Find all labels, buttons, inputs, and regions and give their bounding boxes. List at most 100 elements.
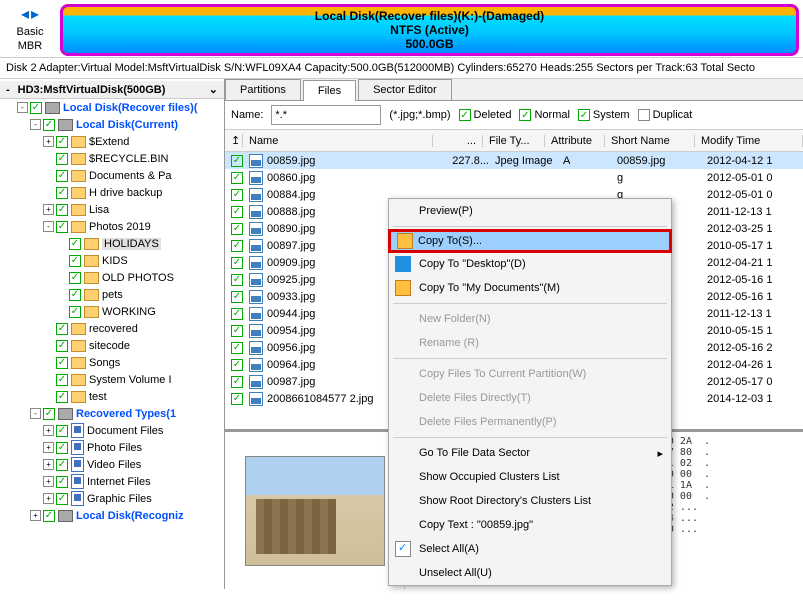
tree-item[interactable]: +Video Files (0, 456, 224, 473)
tree-checkbox[interactable] (56, 340, 68, 352)
menu-copy-docs[interactable]: Copy To "My Documents"(M) (389, 276, 671, 300)
tree-item[interactable]: HOLIDAYS (0, 235, 224, 252)
tree-checkbox[interactable] (56, 459, 68, 471)
tree-checkbox[interactable] (69, 255, 81, 267)
duplicat-checkbox[interactable]: Duplicat (638, 109, 693, 121)
tab-files[interactable]: Files (303, 80, 356, 101)
file-checkbox[interactable] (231, 257, 243, 269)
tree-label: Internet Files (87, 476, 151, 488)
tree-checkbox[interactable] (69, 289, 81, 301)
tree-checkbox[interactable] (56, 425, 68, 437)
tree-item[interactable]: test (0, 388, 224, 405)
tree-checkbox[interactable] (30, 102, 42, 114)
preview-thumbnail[interactable] (225, 432, 405, 589)
file-row[interactable]: 00860.jpgg2012-05-01 0 (225, 169, 803, 186)
tree-item[interactable]: -Local Disk(Recover files)( (0, 99, 224, 116)
file-checkbox[interactable] (231, 342, 243, 354)
partition-banner[interactable]: Local Disk(Recover files)(K:)-(Damaged) … (60, 4, 799, 56)
tree-item[interactable]: +Lisa (0, 201, 224, 218)
file-checkbox[interactable] (231, 206, 243, 218)
tree-checkbox[interactable] (56, 187, 68, 199)
tab-bar: Partitions Files Sector Editor (225, 79, 803, 101)
tree-checkbox[interactable] (56, 153, 68, 165)
tree-checkbox[interactable] (56, 221, 68, 233)
drive-icon (58, 119, 73, 131)
file-checkbox[interactable] (231, 308, 243, 320)
tree-checkbox[interactable] (56, 170, 68, 182)
tree-item[interactable]: +$Extend (0, 133, 224, 150)
tree-checkbox[interactable] (56, 204, 68, 216)
menu-preview[interactable]: Preview(P) (389, 199, 671, 223)
menu-occupied-clusters[interactable]: Show Occupied Clusters List (389, 465, 671, 489)
tree-item[interactable]: H drive backup (0, 184, 224, 201)
tab-partitions[interactable]: Partitions (225, 79, 301, 100)
menu-goto-sector[interactable]: Go To File Data Sector▸ (389, 441, 671, 465)
tree-item[interactable]: -Recovered Types(1 (0, 405, 224, 422)
tree-checkbox[interactable] (56, 374, 68, 386)
tree-checkbox[interactable] (69, 272, 81, 284)
tree-item[interactable]: +Local Disk(Recogniz (0, 507, 224, 524)
file-checkbox[interactable] (231, 189, 243, 201)
menu-copy-desktop[interactable]: Copy To "Desktop"(D) (389, 252, 671, 276)
file-checkbox[interactable] (231, 155, 243, 167)
tree-checkbox[interactable] (56, 357, 68, 369)
basic-mbr-button[interactable]: ◂▸ Basic MBR (0, 0, 60, 56)
tree-item[interactable]: WORKING (0, 303, 224, 320)
file-checkbox[interactable] (231, 291, 243, 303)
tree-item[interactable]: -Local Disk(Current) (0, 116, 224, 133)
directory-tree[interactable]: - HD3:MsftVirtualDisk(500GB) ⌄ -Local Di… (0, 79, 225, 589)
tree-item[interactable]: pets (0, 286, 224, 303)
tree-item[interactable]: +Document Files (0, 422, 224, 439)
file-checkbox[interactable] (231, 325, 243, 337)
tree-item[interactable]: recovered (0, 320, 224, 337)
menu-copy-to[interactable]: Copy To(S)... (388, 229, 672, 253)
file-checkbox[interactable] (231, 172, 243, 184)
tree-item[interactable]: OLD PHOTOS (0, 269, 224, 286)
file-checkbox[interactable] (231, 223, 243, 235)
tree-item[interactable]: sitecode (0, 337, 224, 354)
tree-checkbox[interactable] (43, 510, 55, 522)
folder-icon (71, 323, 86, 335)
file-checkbox[interactable] (231, 393, 243, 405)
file-checkbox[interactable] (231, 376, 243, 388)
column-headers[interactable]: ↥ Name ... File Ty... Attribute Short Na… (225, 130, 803, 152)
file-checkbox[interactable] (231, 240, 243, 252)
file-checkbox[interactable] (231, 359, 243, 371)
normal-checkbox[interactable]: Normal (519, 109, 569, 121)
tree-item[interactable]: +Graphic Files (0, 490, 224, 507)
tree-checkbox[interactable] (56, 493, 68, 505)
tree-item[interactable]: System Volume I (0, 371, 224, 388)
tree-item[interactable]: -Photos 2019 (0, 218, 224, 235)
tab-sector-editor[interactable]: Sector Editor (358, 79, 452, 100)
deleted-checkbox[interactable]: Deleted (459, 109, 512, 121)
tree-checkbox[interactable] (56, 323, 68, 335)
menu-copy-text[interactable]: Copy Text : "00859.jpg" (389, 513, 671, 537)
tree-checkbox[interactable] (69, 238, 81, 250)
folder-icon (84, 306, 99, 318)
file-row[interactable]: 00859.jpg 227.8... Jpeg Image A 00859.jp… (225, 152, 803, 169)
tree-item[interactable]: Documents & Pa (0, 167, 224, 184)
tree-checkbox[interactable] (56, 442, 68, 454)
file-checkbox[interactable] (231, 274, 243, 286)
menu-unselect-all[interactable]: Unselect All(U) (389, 561, 671, 585)
system-checkbox[interactable]: System (578, 109, 630, 121)
tree-checkbox[interactable] (56, 391, 68, 403)
chevron-down-icon[interactable]: ⌄ (209, 83, 218, 96)
tree-item[interactable]: +Internet Files (0, 473, 224, 490)
tree-checkbox[interactable] (56, 136, 68, 148)
tree-label: OLD PHOTOS (102, 272, 174, 284)
tree-item[interactable]: KIDS (0, 252, 224, 269)
folder-icon (71, 357, 86, 369)
tree-checkbox[interactable] (69, 306, 81, 318)
tree-header[interactable]: - HD3:MsftVirtualDisk(500GB) ⌄ (0, 81, 224, 99)
jpg-icon (249, 341, 263, 355)
tree-item[interactable]: +Photo Files (0, 439, 224, 456)
tree-checkbox[interactable] (43, 119, 55, 131)
tree-checkbox[interactable] (56, 476, 68, 488)
name-filter-input[interactable] (271, 105, 381, 125)
menu-select-all[interactable]: Select All(A) (389, 537, 671, 561)
tree-item[interactable]: Songs (0, 354, 224, 371)
tree-item[interactable]: $RECYCLE.BIN (0, 150, 224, 167)
menu-root-clusters[interactable]: Show Root Directory's Clusters List (389, 489, 671, 513)
tree-checkbox[interactable] (43, 408, 55, 420)
